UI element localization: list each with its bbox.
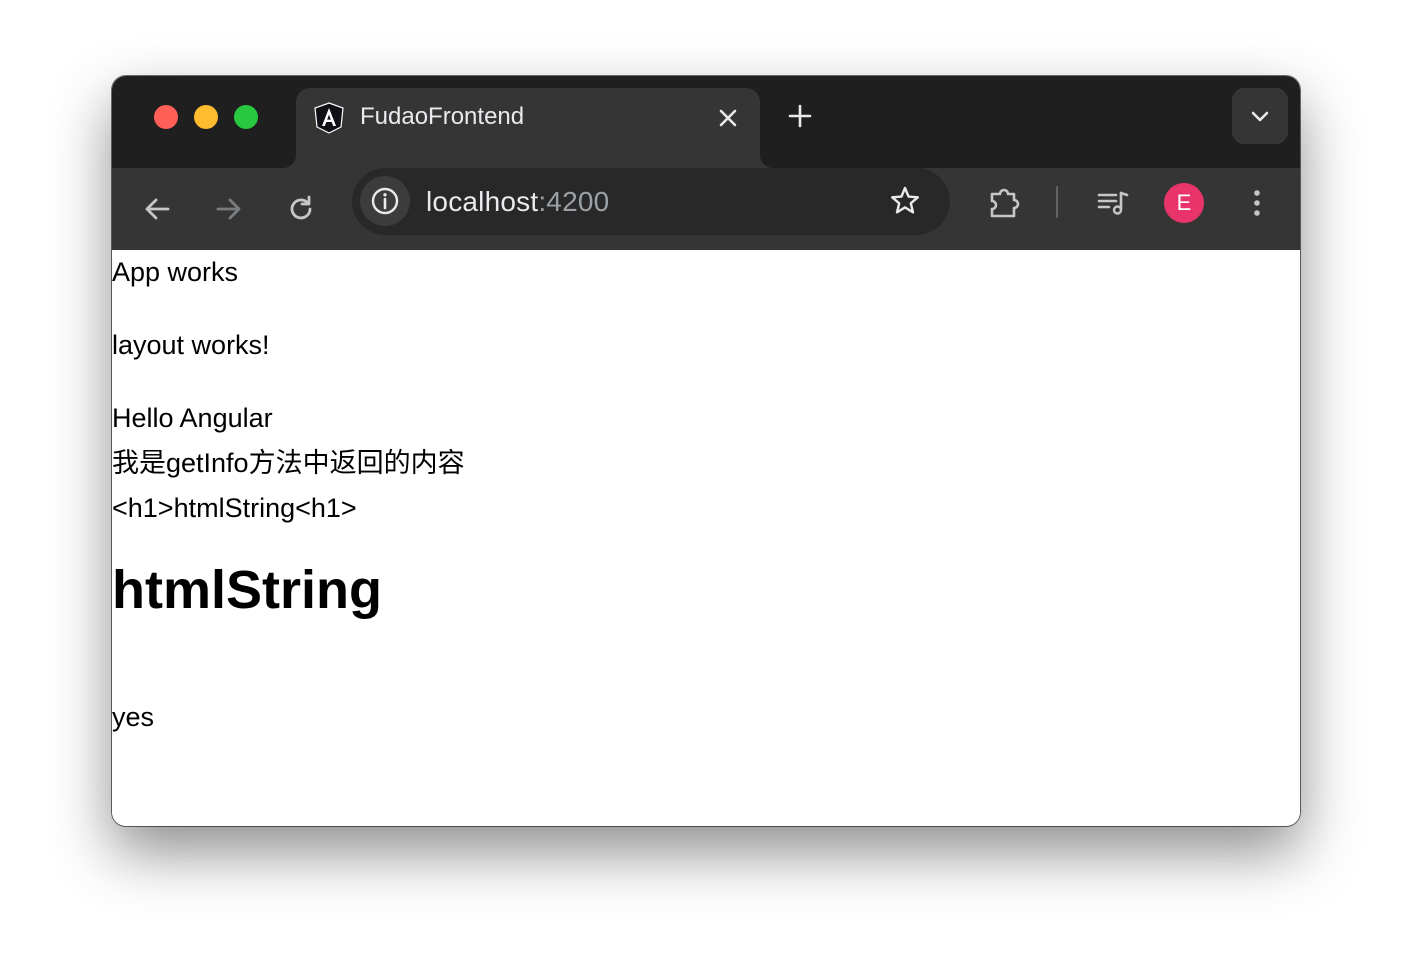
reload-button[interactable]	[282, 190, 320, 228]
media-controls-button[interactable]	[1094, 184, 1132, 222]
tab-strip: FudaoFrontend	[112, 76, 1300, 168]
info-icon	[371, 187, 399, 215]
back-button[interactable]	[138, 190, 176, 228]
hello-angular-text: Hello Angular	[112, 403, 273, 433]
address-bar[interactable]: localhost:4200	[352, 168, 950, 235]
window-maximize-button[interactable]	[234, 105, 258, 129]
get-info-text: 我是getInfo方法中返回的内容	[112, 448, 465, 478]
window-close-button[interactable]	[154, 105, 178, 129]
arrow-right-icon	[216, 198, 241, 220]
chevron-down-icon	[1251, 111, 1269, 122]
angular-logo-icon	[314, 102, 344, 134]
url-host: localhost	[426, 186, 539, 217]
browser-toolbar: localhost:4200 E	[112, 168, 1300, 250]
close-tab-icon[interactable]	[714, 104, 742, 132]
window-minimize-button[interactable]	[194, 105, 218, 129]
profile-avatar[interactable]: E	[1164, 183, 1204, 223]
playlist-music-icon	[1097, 191, 1129, 215]
html-string-heading: htmlString	[112, 560, 382, 620]
reload-icon	[290, 195, 312, 220]
page-content: App works layout works! Hello Angular 我是…	[112, 250, 1300, 826]
url-port: :4200	[538, 186, 610, 217]
kebab-menu-icon	[1254, 190, 1260, 216]
menu-button[interactable]	[1238, 184, 1276, 222]
site-info-button[interactable]	[360, 176, 410, 226]
app-works-text: App works	[112, 257, 239, 287]
layout-works-text: layout works!	[112, 330, 270, 360]
forward-button[interactable]	[210, 190, 248, 228]
url-text[interactable]: localhost:4200	[426, 184, 609, 220]
bookmark-star-icon[interactable]	[888, 184, 922, 218]
arrow-left-icon	[145, 198, 170, 220]
toolbar-divider	[1056, 186, 1058, 218]
tab-search-button[interactable]	[1232, 88, 1288, 144]
browser-window: FudaoFrontend localhost:4200 E App works…	[112, 76, 1300, 826]
puzzle-piece-icon	[990, 188, 1020, 218]
extensions-button[interactable]	[986, 184, 1024, 222]
tab-active[interactable]: FudaoFrontend	[282, 88, 774, 168]
yes-text: yes	[112, 702, 155, 732]
raw-html-string-text: <h1>htmlString<h1>	[112, 493, 357, 523]
new-tab-icon[interactable]	[784, 100, 816, 132]
tab-title: FudaoFrontend	[360, 103, 525, 130]
